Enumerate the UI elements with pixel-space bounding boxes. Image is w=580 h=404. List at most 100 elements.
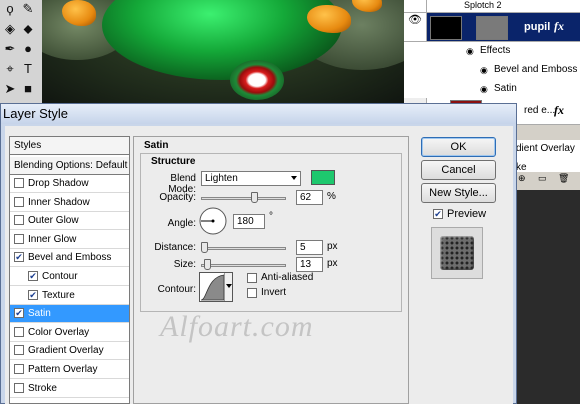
blend-color-swatch[interactable]: [311, 170, 335, 185]
size-slider-thumb[interactable]: [204, 259, 211, 270]
style-checkbox[interactable]: ✔: [28, 271, 38, 281]
new-layer-icon[interactable]: ▭: [538, 173, 547, 184]
size-unit: px: [327, 258, 338, 269]
style-checkbox[interactable]: [14, 233, 24, 244]
direct-select-icon[interactable]: ➤: [2, 82, 18, 96]
style-item-label: Drop Shadow: [28, 178, 89, 189]
burn-tool-icon[interactable]: ⬥: [20, 22, 36, 36]
effect-row[interactable]: ◉ Satin: [404, 80, 580, 100]
opacity-input[interactable]: 62: [296, 190, 323, 205]
magic-wand-icon[interactable]: ✎: [20, 2, 36, 16]
layer-name: pupil: [524, 21, 551, 33]
blend-mode-select[interactable]: Lighten: [201, 171, 301, 186]
blending-options[interactable]: Blending Options: Default: [10, 157, 129, 175]
style-item-drop-shadow[interactable]: Drop Shadow: [10, 175, 129, 193]
fx-icon: fx: [554, 19, 564, 33]
paint-bucket-icon[interactable]: ◈: [2, 22, 18, 36]
invert-checkbox[interactable]: [247, 288, 257, 298]
style-checkbox[interactable]: [14, 215, 24, 226]
structure-group: Structure Blend Mode: Lighten Opacity: 6…: [140, 153, 402, 312]
style-item-texture[interactable]: ✔ Texture: [10, 287, 129, 305]
style-checkbox[interactable]: [14, 326, 24, 337]
layer-row-selected[interactable]: 👁 pupil fx: [404, 13, 580, 42]
frog-body: [102, 0, 342, 80]
opacity-label: Opacity:: [159, 192, 196, 203]
distance-slider[interactable]: [201, 247, 286, 250]
style-item-pattern-overlay[interactable]: Pattern Overlay: [10, 361, 129, 379]
distance-input[interactable]: 5: [296, 240, 323, 255]
link-icon[interactable]: ⊕: [518, 173, 526, 184]
lasso-icon[interactable]: ϙ: [2, 2, 18, 16]
structure-title: Structure: [151, 156, 196, 167]
style-checkbox[interactable]: [14, 345, 24, 356]
style-item-stroke[interactable]: Stroke: [10, 380, 129, 398]
preview-checkbox[interactable]: ✔: [433, 209, 443, 219]
style-item-inner-shadow[interactable]: Inner Shadow: [10, 194, 129, 212]
layer-thumbnail: [430, 16, 462, 40]
layer-mask-thumbnail: [476, 16, 508, 40]
style-checkbox[interactable]: [14, 196, 24, 207]
type-tool-icon[interactable]: T: [20, 62, 36, 76]
size-label: Size:: [173, 259, 196, 270]
opacity-slider[interactable]: [201, 197, 286, 200]
style-checkbox[interactable]: [14, 382, 24, 393]
distance-unit: px: [327, 241, 338, 252]
new-style-button[interactable]: New Style...: [421, 183, 496, 203]
angle-unit: °: [269, 211, 273, 222]
eye-icon[interactable]: ◉: [466, 46, 474, 57]
style-item-label: Color Overlay: [28, 326, 90, 338]
style-checkbox[interactable]: ✔: [14, 308, 24, 319]
eye-icon[interactable]: ◉: [480, 65, 488, 76]
style-item-inner-glow[interactable]: Inner Glow: [10, 231, 129, 249]
style-item-label: Contour: [42, 271, 78, 282]
layer-name: red e...: [524, 105, 556, 116]
style-item-label: Texture: [42, 289, 75, 301]
visibility-eye-icon[interactable]: 👁: [404, 13, 427, 41]
distance-slider-thumb[interactable]: [201, 242, 208, 253]
satin-title: Satin: [144, 140, 169, 151]
dodge-tool-icon[interactable]: ●: [20, 42, 36, 56]
contour-label: Contour:: [157, 284, 196, 295]
trash-icon[interactable]: 🗑: [558, 173, 569, 184]
style-item-color-overlay[interactable]: Color Overlay: [10, 324, 129, 342]
styles-header-label: Styles: [14, 140, 42, 151]
angle-label: Angle:: [167, 218, 196, 229]
path-select-icon[interactable]: ⌖: [2, 62, 18, 76]
effects-row[interactable]: ◉ Effects: [404, 42, 580, 62]
style-item-label: Inner Glow: [28, 233, 77, 245]
blending-options-label: Blending Options: Default: [14, 160, 128, 171]
cancel-button[interactable]: Cancel: [421, 160, 496, 180]
pen-icon[interactable]: ✒: [2, 42, 18, 56]
tools-panel: ϙ ✎ ◈ ⬥ ✒ ● ⌖ T ➤ ■: [0, 0, 42, 104]
invert-label: Invert: [261, 287, 287, 298]
ok-button[interactable]: OK: [421, 137, 496, 157]
style-item-bevel-and-emboss[interactable]: ✔ Bevel and Emboss: [10, 249, 129, 268]
opacity-slider-thumb[interactable]: [251, 192, 258, 203]
eye-icon[interactable]: ◉: [480, 84, 488, 95]
style-preview: [431, 227, 483, 279]
contour-picker[interactable]: [199, 272, 233, 302]
effect-row[interactable]: ◉ Bevel and Emboss: [404, 61, 580, 81]
style-checkbox[interactable]: ✔: [14, 252, 24, 263]
styles-header[interactable]: Styles: [10, 137, 129, 155]
layer-row[interactable]: Splotch 2: [404, 0, 580, 13]
anti-aliased-label: Anti-aliased: [261, 272, 314, 283]
distance-label: Distance:: [154, 242, 196, 253]
angle-input[interactable]: 180: [233, 214, 265, 229]
effect-label: dient Overlay: [516, 143, 575, 154]
size-input[interactable]: 13: [296, 257, 323, 272]
anti-aliased-checkbox[interactable]: [247, 273, 257, 283]
style-item-satin[interactable]: ✔ Satin: [10, 305, 129, 324]
size-slider[interactable]: [201, 264, 286, 267]
document-canvas[interactable]: [42, 0, 404, 104]
style-item-gradient-overlay[interactable]: Gradient Overlay: [10, 342, 129, 361]
style-checkbox[interactable]: [14, 178, 24, 188]
angle-dial[interactable]: [198, 206, 228, 236]
style-item-contour[interactable]: ✔ Contour: [10, 268, 129, 286]
shape-tool-icon[interactable]: ■: [20, 82, 36, 96]
chevron-down-icon: [226, 284, 232, 288]
satin-panel: Satin Structure Blend Mode: Lighten Opac…: [133, 136, 409, 404]
style-checkbox[interactable]: ✔: [28, 289, 38, 300]
style-item-outer-glow[interactable]: Outer Glow: [10, 212, 129, 231]
style-checkbox[interactable]: [14, 364, 24, 374]
